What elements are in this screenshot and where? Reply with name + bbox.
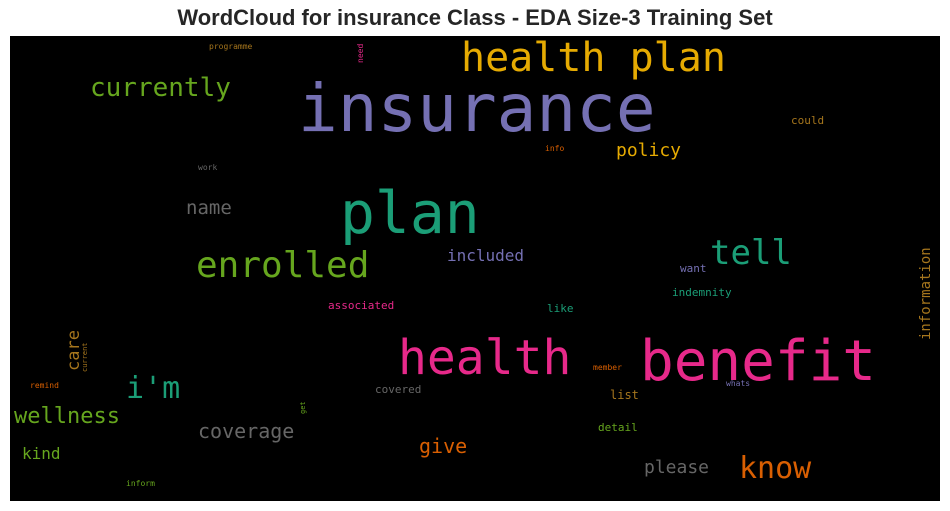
word-current: current [81, 342, 89, 372]
word-wellness: wellness [14, 404, 120, 429]
word-could: could [791, 114, 825, 127]
word-coverage: coverage [198, 419, 295, 443]
chart-title: WordCloud for insurance Class - EDA Size… [177, 5, 773, 30]
word-tell: tell [710, 233, 792, 273]
word-whats: whats [726, 379, 751, 388]
word-info: info [545, 144, 565, 153]
word-enrolled: enrolled [196, 245, 370, 286]
word-give: give [419, 434, 468, 458]
word-want: want [680, 262, 707, 275]
word-insurance: insurance [298, 70, 656, 147]
word-inform: inform [126, 479, 155, 488]
word-programme: programme [209, 42, 253, 51]
word-associated: associated [328, 299, 395, 312]
word-detail: detail [598, 421, 638, 434]
word-information: information [918, 247, 934, 340]
word-plan: plan [340, 179, 480, 247]
word-please: please [644, 457, 710, 478]
word-currently: currently [90, 73, 231, 103]
word-included: included [447, 246, 525, 265]
word-health: health [398, 330, 572, 386]
word-work: work [198, 163, 218, 172]
word-member: member [593, 363, 622, 372]
word-cloud-canvas: insurance health plan plan health benefit enr… [10, 36, 940, 501]
word-remind: remind [30, 381, 59, 390]
word-need: need [356, 43, 365, 63]
word-know: know [739, 451, 812, 486]
word-covered: covered [375, 383, 422, 396]
word-get: get [299, 401, 307, 414]
word-name: name [186, 197, 232, 219]
word-im: i'm [126, 371, 181, 406]
word-like: like [547, 302, 574, 315]
word-kind: kind [22, 444, 61, 463]
word-health-plan: health plan [461, 36, 726, 81]
word-indemnity: indemnity [672, 286, 732, 299]
word-list: list [610, 388, 639, 402]
word-benefit: benefit [640, 329, 877, 394]
word-policy: policy [616, 140, 682, 161]
